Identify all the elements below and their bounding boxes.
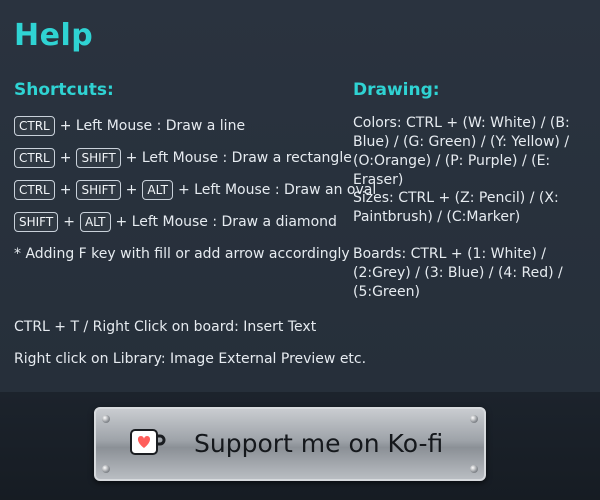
help-title: Help — [14, 18, 94, 53]
shortcut-row-line: CTRL + Left Mouse : Draw a line — [14, 116, 245, 136]
key-shift: SHIFT — [14, 212, 59, 232]
key-alt: ALT — [142, 180, 173, 200]
key-ctrl: CTRL — [14, 148, 55, 168]
fill-arrow-note: * Adding F key with fill or add arrow ac… — [14, 246, 350, 262]
key-ctrl: CTRL — [14, 180, 55, 200]
plus-sign: + — [125, 182, 138, 198]
rivet-icon — [102, 415, 110, 423]
rivet-icon — [470, 415, 478, 423]
kofi-label: Support me on Ko-fi — [194, 429, 444, 458]
shortcut-row-diamond: SHIFT + ALT + Left Mouse : Draw a diamon… — [14, 212, 337, 232]
library-preview-note: Right click on Library: Image External P… — [14, 351, 367, 367]
shortcut-row-rectangle: CTRL + SHIFT + Left Mouse : Draw a recta… — [14, 148, 352, 168]
plus-sign: + — [59, 150, 72, 166]
shortcut-row-oval: CTRL + SHIFT + ALT + Left Mouse : Draw a… — [14, 180, 376, 200]
kofi-cup-icon — [130, 429, 166, 455]
plus-sign: + — [63, 214, 75, 230]
drawing-heading: Drawing: — [353, 80, 440, 100]
key-shift: SHIFT — [76, 180, 121, 200]
shortcut-action: + Left Mouse : Draw a line — [59, 118, 246, 134]
drawing-sizes: Sizes: CTRL + (Z: Pencil) / (X: Paintbru… — [353, 190, 559, 225]
rivet-icon — [470, 465, 478, 473]
drawing-colors: Colors: CTRL + (W: White) / (B: Blue) / … — [353, 115, 570, 188]
plus-sign: + — [59, 182, 72, 198]
shortcuts-heading: Shortcuts: — [14, 80, 114, 100]
shortcut-action: + Left Mouse : Draw a rectangle — [125, 150, 352, 166]
drawing-boards: Boards: CTRL + (1: White) / (2:Grey) / (… — [353, 246, 563, 300]
key-shift: SHIFT — [76, 148, 121, 168]
insert-text-note: CTRL + T / Right Click on board: Insert … — [14, 319, 317, 335]
shortcut-action: + Left Mouse : Draw a diamond — [115, 214, 337, 230]
key-alt: ALT — [79, 212, 111, 232]
rivet-icon — [102, 465, 110, 473]
shortcut-action: + Left Mouse : Draw an oval — [177, 182, 377, 198]
key-ctrl: CTRL — [14, 116, 55, 136]
kofi-support-button[interactable]: Support me on Ko-fi — [94, 407, 486, 481]
